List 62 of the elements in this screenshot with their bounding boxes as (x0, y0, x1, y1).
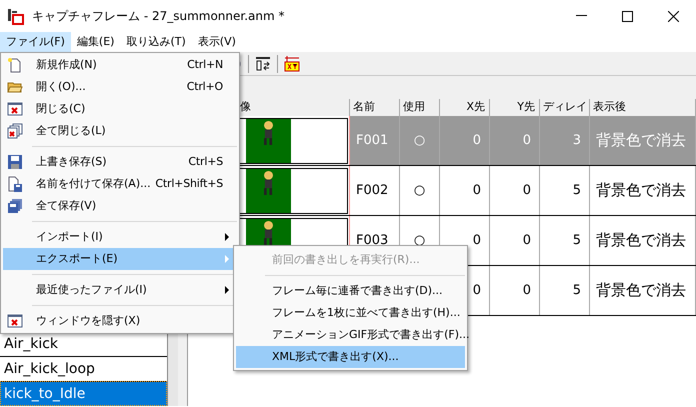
table-cell-text: 0 (472, 232, 481, 250)
table-cell-text: 0 (472, 282, 481, 300)
table-cell-text: F003 (356, 232, 388, 250)
close-all-windows-icon (7, 123, 23, 139)
character-sprite-icon (264, 170, 273, 194)
menu-item[interactable]: 最近使ったファイル(I) (3, 279, 237, 301)
menu-item[interactable]: インポート(I) (3, 226, 237, 248)
frame-swap-icon[interactable] (255, 56, 271, 72)
column-header[interactable]: ディレイ (540, 99, 590, 116)
save-all-icon (7, 198, 23, 214)
save-icon (7, 154, 23, 170)
new-document-icon (7, 57, 23, 73)
table-cell-text: 0 (472, 132, 481, 150)
submenu-arrow-icon (225, 286, 229, 294)
close-icon (668, 10, 678, 22)
menu-item[interactable]: ファイル(F) (0, 32, 71, 52)
table-cell-text: ○ (414, 132, 426, 150)
table-cell-text: 5 (572, 182, 581, 200)
column-header[interactable]: 使用 (400, 99, 440, 116)
submenu-arrow-icon (225, 255, 229, 263)
table-cell-text: F001 (356, 132, 388, 150)
menu-item[interactable]: 名前を付けて保存(A)... Ctrl+Shift+S (3, 173, 237, 195)
menu-item[interactable]: 編集(E) (70, 32, 120, 52)
table-cell-text: 0 (472, 182, 481, 200)
minimize-icon (576, 15, 586, 17)
table-cell-text: 背景色で消去 (596, 280, 686, 302)
table-cell-text: 0 (522, 282, 531, 300)
table-cell-text: 5 (572, 232, 581, 250)
table-cell-text: 5 (572, 282, 581, 300)
save-as-icon (7, 176, 23, 192)
menu-item[interactable]: 全て閉じる(L) (3, 120, 237, 142)
window-title: キャプチャフレーム - 27_summonner.anm * (32, 8, 285, 25)
close-window-icon (7, 313, 23, 329)
table-cell-text: 3 (572, 132, 581, 150)
app-icon (7, 8, 24, 24)
menu-item[interactable]: 新規作成(N) Ctrl+N (3, 54, 237, 76)
table-cell-text: F002 (356, 182, 388, 200)
table-cell-text: ○ (414, 182, 426, 200)
menu-item[interactable]: 全て保存(V) (3, 195, 237, 217)
column-header[interactable]: 名前 (350, 99, 400, 116)
list-item[interactable]: kick_to_Idle (0, 381, 167, 406)
xy-grid-icon[interactable] (284, 56, 300, 72)
table-cell-text: 0 (522, 232, 531, 250)
column-header[interactable]: X先 (440, 99, 490, 116)
menu-item[interactable]: 上書き保存(S) Ctrl+S (3, 151, 237, 173)
table-cell-text: 背景色で消去 (596, 230, 686, 252)
menu-item[interactable]: ウィンドウを隠す(X) (3, 310, 237, 332)
close-window-icon (7, 101, 23, 117)
maximize-icon (622, 10, 632, 22)
character-sprite-icon (264, 220, 273, 244)
menu-item[interactable]: 取り込み(T) (120, 32, 192, 52)
table-cell-text: 背景色で消去 (596, 180, 686, 202)
column-header[interactable]: 表示後 (590, 99, 696, 116)
character-sprite-icon (264, 120, 273, 144)
menu-item[interactable]: 表示(V) (192, 32, 242, 52)
submenu-arrow-icon (225, 233, 229, 241)
table-cell-text: 0 (522, 132, 531, 150)
menu-item[interactable]: XML形式で書き出す(X)... (236, 346, 465, 368)
table-cell-text: 背景色で消去 (596, 130, 686, 152)
table-cell-text: 0 (522, 182, 531, 200)
column-header[interactable]: Y先 (490, 99, 540, 116)
menu-item[interactable]: 開く(O)... Ctrl+O (3, 76, 237, 98)
